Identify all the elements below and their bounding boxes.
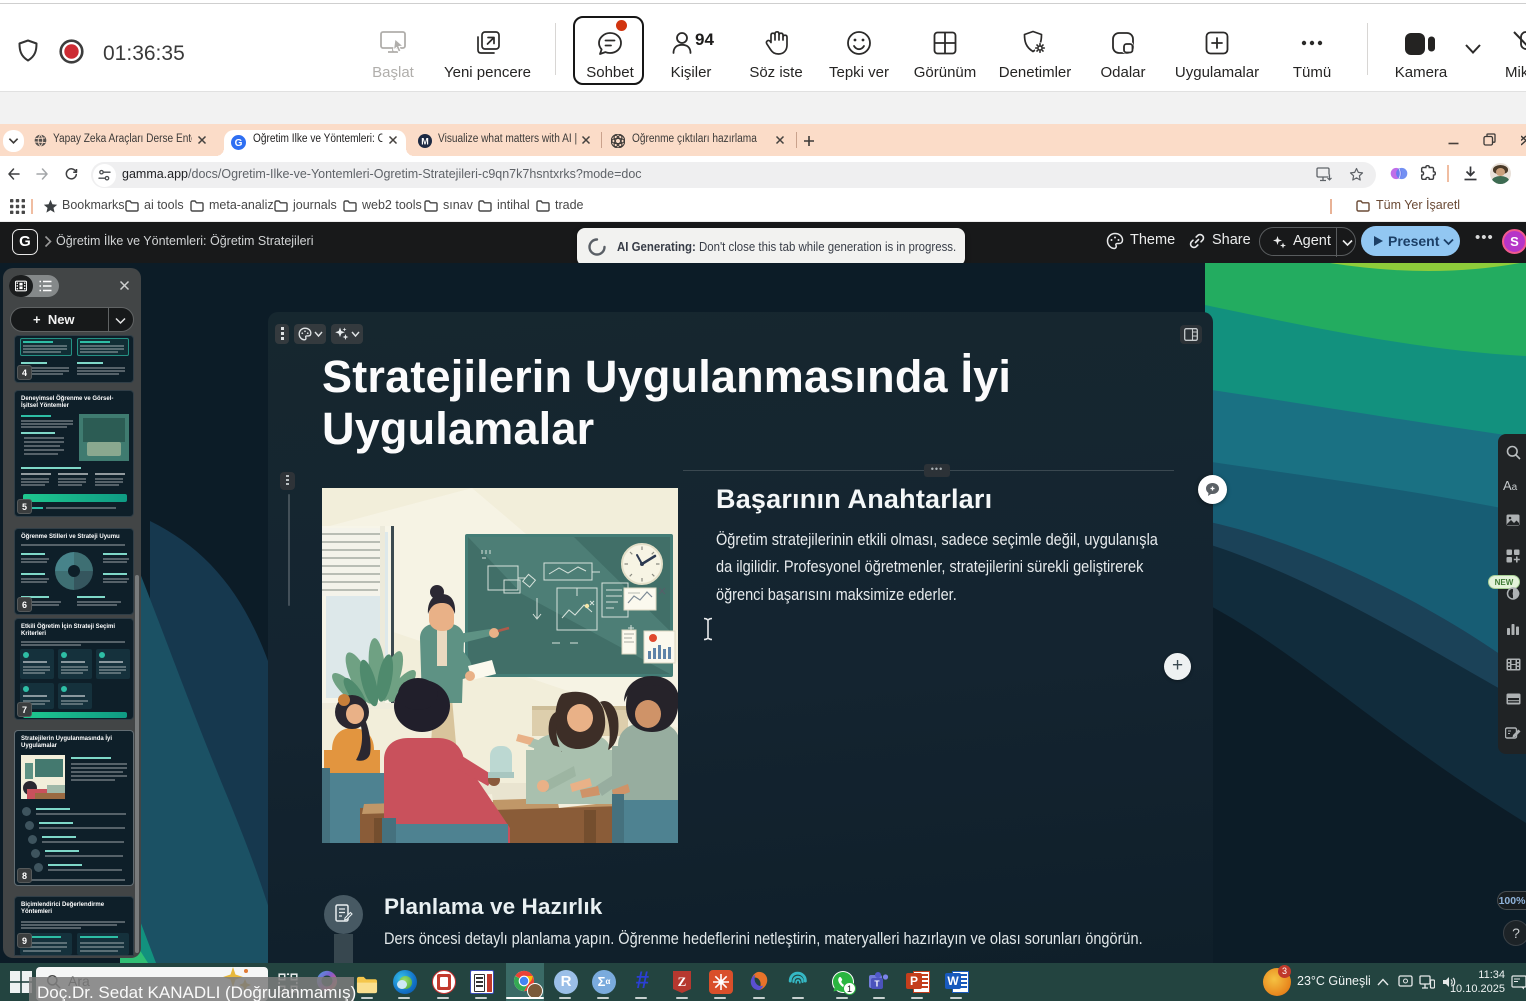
svg-text:G: G <box>235 138 243 149</box>
svg-text:M: M <box>421 137 429 147</box>
svg-text:T: T <box>874 979 880 989</box>
svg-text:Z: Z <box>678 974 687 989</box>
